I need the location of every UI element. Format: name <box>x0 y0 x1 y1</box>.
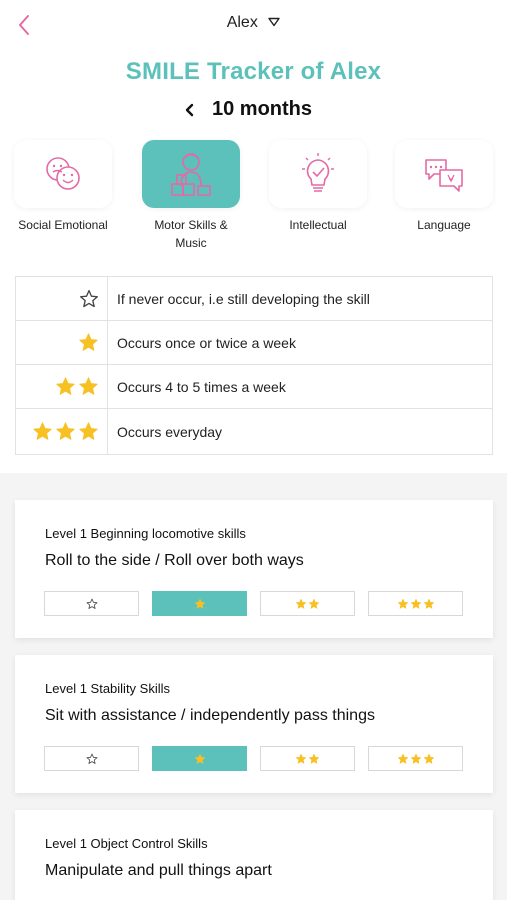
star-filled-icon <box>397 598 408 609</box>
tab-motor-skills-music[interactable]: Motor Skills & Music <box>136 140 246 252</box>
tab-language[interactable]: Language <box>389 140 499 234</box>
tab-label: Intellectual <box>289 218 347 232</box>
child-name: Alex <box>226 14 258 32</box>
rating-option-3-stars[interactable] <box>368 746 463 771</box>
star-filled-icon <box>410 753 421 764</box>
star-filled-icon <box>423 753 434 764</box>
category-tile <box>14 140 112 208</box>
chevron-left-icon <box>185 103 194 117</box>
star-filled-icon <box>79 377 98 395</box>
star-filled-icon <box>397 753 408 764</box>
previous-age-button[interactable] <box>180 100 200 120</box>
legend-stars <box>16 277 108 320</box>
skill-level: Level 1 Stability Skills <box>45 681 170 696</box>
skill-level: Level 1 Beginning locomotive skills <box>45 526 246 541</box>
rating-options <box>44 746 464 771</box>
lightbulb-check-icon <box>302 153 334 192</box>
smiley-faces-icon <box>46 157 80 190</box>
star-outline-icon <box>86 598 97 609</box>
star-outline-icon <box>80 289 99 307</box>
star-filled-icon <box>308 753 320 764</box>
rating-option-0-stars[interactable] <box>44 591 139 616</box>
top-bar: Alex <box>0 0 507 50</box>
skill-description: Manipulate and pull things apart <box>45 862 272 879</box>
legend-stars <box>16 321 108 364</box>
star-outline-icon <box>86 753 97 764</box>
rating-options <box>44 591 464 616</box>
skill-description: Sit with assistance / independently pass… <box>45 707 375 724</box>
speech-bubbles-icon <box>425 159 463 192</box>
child-playing-blocks-icon <box>171 153 211 196</box>
star-filled-icon <box>410 598 421 609</box>
skill-description: Roll to the side / Roll over both ways <box>45 552 304 569</box>
category-tile <box>395 140 493 208</box>
tab-label: Language <box>417 218 471 232</box>
legend-row: Occurs everyday <box>16 408 492 454</box>
tab-social-emotional[interactable]: Social Emotional <box>8 140 118 234</box>
legend-row: Occurs 4 to 5 times a week <box>16 364 492 408</box>
legend-row: If never occur, i.e still developing the… <box>16 277 492 320</box>
star-filled-icon <box>295 598 307 609</box>
page-title: SMILE Tracker of Alex <box>125 58 382 85</box>
tab-intellectual[interactable]: Intellectual <box>263 140 373 234</box>
skill-card: Level 1 Stability Skills Sit with assist… <box>15 655 493 793</box>
category-tile <box>269 140 367 208</box>
child-selector[interactable]: Alex <box>0 14 507 32</box>
star-filled-icon <box>79 333 98 351</box>
legend-row: Occurs once or twice a week <box>16 320 492 364</box>
triangle-down-icon <box>268 14 280 32</box>
skill-card: Level 1 Beginning locomotive skills Roll… <box>15 500 493 638</box>
skill-level: Level 1 Object Control Skills <box>45 836 208 851</box>
category-tabs: Social Emotional Motor Skills & Music In… <box>0 140 507 255</box>
legend-stars <box>16 365 108 408</box>
legend-stars <box>16 409 108 454</box>
tab-label: Motor Skills & Music <box>154 218 228 250</box>
star-filled-icon <box>295 753 307 764</box>
rating-option-2-stars[interactable] <box>260 591 355 616</box>
age-label: 10 months <box>212 98 313 120</box>
legend-text: Occurs 4 to 5 times a week <box>117 378 286 395</box>
star-filled-icon <box>33 422 52 440</box>
rating-option-2-stars[interactable] <box>260 746 355 771</box>
star-filled-icon <box>56 377 75 395</box>
legend-text: Occurs once or twice a week <box>117 334 296 351</box>
age-navigator: 10 months <box>0 96 507 126</box>
star-filled-icon <box>194 753 205 764</box>
tab-label: Social Emotional <box>18 218 108 232</box>
star-filled-icon <box>194 598 205 609</box>
star-filled-icon <box>79 422 98 440</box>
category-tile <box>142 140 240 208</box>
star-filled-icon <box>308 598 320 609</box>
star-filled-icon <box>423 598 434 609</box>
rating-legend: If never occur, i.e still developing the… <box>15 276 493 455</box>
star-filled-icon <box>56 422 75 440</box>
legend-text: If never occur, i.e still developing the… <box>117 290 370 307</box>
legend-text: Occurs everyday <box>117 423 223 440</box>
rating-option-1-stars[interactable] <box>152 591 247 616</box>
rating-option-0-stars[interactable] <box>44 746 139 771</box>
rating-option-1-stars[interactable] <box>152 746 247 771</box>
rating-option-3-stars[interactable] <box>368 591 463 616</box>
skill-card: Level 1 Object Control Skills Manipulate… <box>15 810 493 900</box>
